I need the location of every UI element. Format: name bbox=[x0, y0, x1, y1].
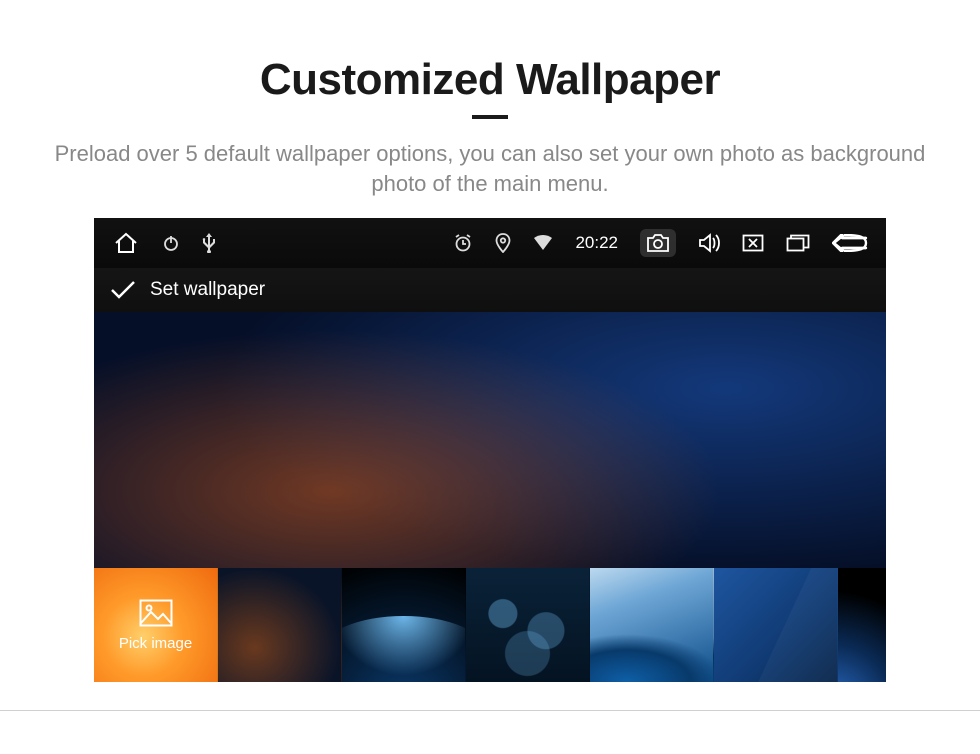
wallpaper-thumb-5[interactable] bbox=[714, 568, 838, 682]
page-title: Customized Wallpaper bbox=[0, 55, 980, 105]
wifi-icon bbox=[533, 235, 553, 251]
status-bar: 20:22 bbox=[94, 218, 886, 268]
set-wallpaper-label: Set wallpaper bbox=[150, 279, 265, 301]
title-underline bbox=[472, 115, 508, 119]
wallpaper-thumb-3[interactable] bbox=[466, 568, 590, 682]
image-icon bbox=[139, 599, 173, 627]
home-icon[interactable] bbox=[112, 231, 140, 255]
wallpaper-thumb-4[interactable] bbox=[590, 568, 714, 682]
volume-icon[interactable] bbox=[698, 233, 720, 253]
location-icon bbox=[495, 233, 511, 253]
camera-icon[interactable] bbox=[640, 229, 676, 257]
recent-apps-icon[interactable] bbox=[786, 234, 810, 252]
status-time: 20:22 bbox=[575, 233, 618, 253]
check-icon bbox=[110, 280, 136, 300]
wallpaper-thumb-6[interactable] bbox=[838, 568, 886, 682]
wallpaper-thumbnail-strip[interactable]: Pick image bbox=[94, 568, 886, 682]
back-icon[interactable] bbox=[832, 234, 868, 252]
set-wallpaper-row[interactable]: Set wallpaper bbox=[94, 268, 886, 312]
wallpaper-preview bbox=[94, 312, 886, 568]
section-divider bbox=[0, 710, 980, 711]
pick-image-label: Pick image bbox=[119, 635, 192, 652]
close-window-icon[interactable] bbox=[742, 234, 764, 252]
wallpaper-thumb-1[interactable] bbox=[218, 568, 342, 682]
power-icon[interactable] bbox=[162, 234, 180, 252]
device-screenshot: 20:22 bbox=[94, 218, 886, 682]
page-subtitle: Preload over 5 default wallpaper options… bbox=[30, 139, 950, 198]
wallpaper-thumb-2[interactable] bbox=[342, 568, 466, 682]
pick-image-button[interactable]: Pick image bbox=[94, 568, 218, 682]
alarm-icon bbox=[453, 233, 473, 253]
usb-icon bbox=[202, 233, 216, 253]
